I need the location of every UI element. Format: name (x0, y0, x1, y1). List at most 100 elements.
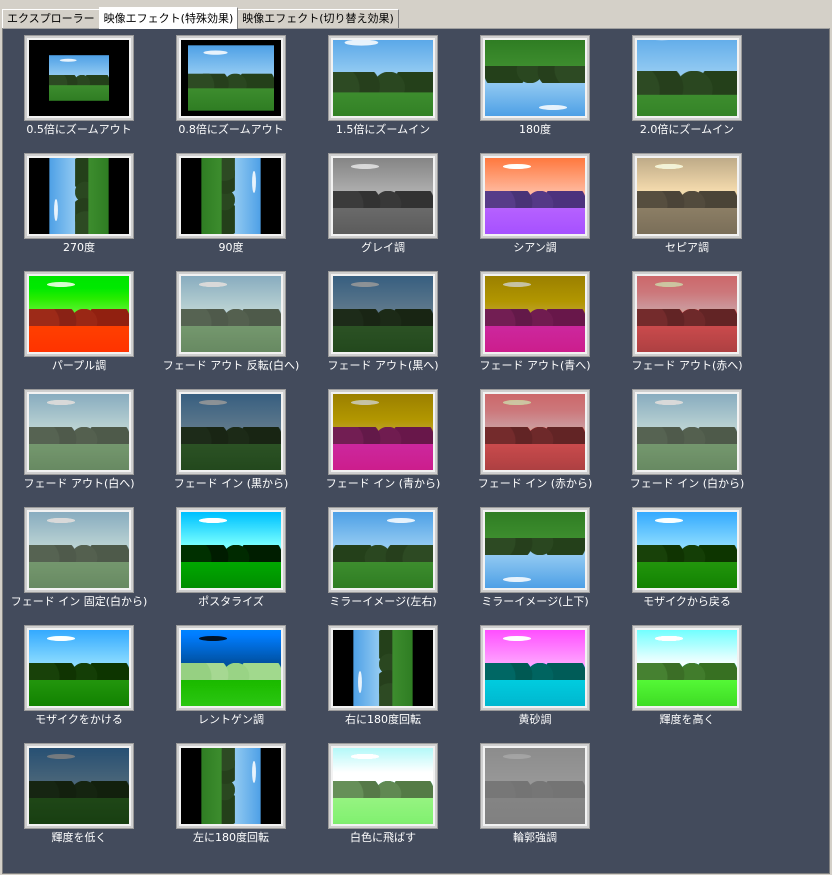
effect-thumbnail[interactable] (480, 153, 590, 239)
effect-tile[interactable]: パープル調 (3, 265, 155, 383)
effect-tile[interactable]: モザイクをかける (3, 619, 155, 737)
effect-thumbnail[interactable] (632, 153, 742, 239)
effect-thumbnail[interactable] (480, 743, 590, 829)
effect-tile[interactable]: 輝度を低く (3, 737, 155, 855)
tab-explorer[interactable]: エクスプローラー (2, 9, 100, 28)
effect-tile[interactable]: 1.5倍にズームイン (307, 29, 459, 147)
effect-tile[interactable]: モザイクから戻る (611, 501, 763, 619)
effect-tile[interactable]: フェード アウト(赤へ) (611, 265, 763, 383)
effect-preview-image (181, 40, 281, 116)
effect-thumbnail[interactable] (176, 625, 286, 711)
effect-preview-image (637, 630, 737, 706)
effect-thumbnail[interactable] (328, 507, 438, 593)
effect-thumbnail[interactable] (328, 153, 438, 239)
effect-thumbnail[interactable] (24, 271, 134, 357)
effect-preview-image (637, 512, 737, 588)
effect-thumbnail[interactable] (480, 507, 590, 593)
effect-preview-image (29, 40, 129, 116)
tab-bar: エクスプローラー 映像エフェクト(特殊効果) 映像エフェクト(切り替え効果) (2, 6, 399, 29)
effect-tile[interactable]: フェード アウト(白へ) (3, 383, 155, 501)
effect-tile[interactable]: シアン調 (459, 147, 611, 265)
effect-tile[interactable]: 2.0倍にズームイン (611, 29, 763, 147)
effect-tile[interactable]: ミラーイメージ(上下) (459, 501, 611, 619)
effect-thumbnail[interactable] (176, 507, 286, 593)
effect-thumbnail[interactable] (480, 35, 590, 121)
effect-tile[interactable]: フェード アウト(青へ) (459, 265, 611, 383)
effect-thumbnail[interactable] (632, 625, 742, 711)
effect-tile[interactable]: 90度 (155, 147, 307, 265)
effect-tile[interactable]: フェード アウト 反転(白へ) (155, 265, 307, 383)
effect-tile[interactable]: 輝度を高く (611, 619, 763, 737)
effect-tile[interactable]: フェード イン 固定(白から) (3, 501, 155, 619)
effect-preview-image (637, 276, 737, 352)
effect-label: 輪郭強調 (513, 831, 557, 844)
effect-tile[interactable]: フェード イン (赤から) (459, 383, 611, 501)
effect-thumbnail[interactable] (176, 743, 286, 829)
effect-thumbnail[interactable] (24, 625, 134, 711)
effect-thumbnail[interactable] (24, 35, 134, 121)
effect-tile[interactable]: 輪郭強調 (459, 737, 611, 855)
effect-preview-image (333, 394, 433, 470)
effect-tile[interactable]: 左に180度回転 (155, 737, 307, 855)
effect-preview-image (333, 748, 433, 824)
effect-tile[interactable]: 右に180度回転 (307, 619, 459, 737)
effect-thumbnail[interactable] (632, 271, 742, 357)
effect-label: 180度 (519, 123, 551, 136)
effect-label: ミラーイメージ(上下) (481, 595, 589, 608)
effect-label: フェード アウト 反転(白へ) (162, 359, 300, 372)
effect-tile[interactable]: グレイ調 (307, 147, 459, 265)
effect-tile[interactable]: セピア調 (611, 147, 763, 265)
effect-thumbnail[interactable] (632, 507, 742, 593)
tab-video-effects-special[interactable]: 映像エフェクト(特殊効果) (98, 7, 239, 29)
effect-thumbnail[interactable] (328, 625, 438, 711)
effect-thumbnail[interactable] (632, 389, 742, 475)
effect-tile[interactable]: フェード アウト(黒へ) (307, 265, 459, 383)
effect-tile[interactable]: 180度 (459, 29, 611, 147)
effect-tile[interactable]: フェード イン (青から) (307, 383, 459, 501)
effect-tile[interactable]: フェード イン (黒から) (155, 383, 307, 501)
effect-preview-image (181, 512, 281, 588)
effect-thumbnail[interactable] (328, 389, 438, 475)
effect-label: 右に180度回転 (345, 713, 421, 726)
effect-preview-image (485, 748, 585, 824)
effect-thumbnail[interactable] (480, 389, 590, 475)
effect-preview-image (333, 512, 433, 588)
effect-label: ミラーイメージ(左右) (329, 595, 437, 608)
effect-thumbnail[interactable] (176, 271, 286, 357)
effect-thumbnail[interactable] (24, 743, 134, 829)
effect-label: モザイクから戻る (643, 595, 731, 608)
effect-tile[interactable]: ミラーイメージ(左右) (307, 501, 459, 619)
effect-preview-image (485, 158, 585, 234)
effect-label: パープル調 (51, 359, 107, 372)
effect-label: フェード イン (赤から) (477, 477, 593, 490)
effect-thumbnail[interactable] (176, 389, 286, 475)
effect-preview-image (29, 276, 129, 352)
effect-tile[interactable]: 黄砂調 (459, 619, 611, 737)
effect-preview-image (29, 512, 129, 588)
effect-tile[interactable]: 白色に飛ばす (307, 737, 459, 855)
effect-thumbnail[interactable] (176, 153, 286, 239)
effect-thumbnail[interactable] (328, 271, 438, 357)
effect-tile[interactable]: ポスタライズ (155, 501, 307, 619)
effect-thumbnail[interactable] (328, 743, 438, 829)
effect-thumbnail[interactable] (176, 35, 286, 121)
effect-thumbnail[interactable] (480, 625, 590, 711)
effect-tile[interactable]: 0.8倍にズームアウト (155, 29, 307, 147)
effect-thumbnail[interactable] (632, 35, 742, 121)
effect-label: グレイ調 (361, 241, 405, 254)
effect-thumbnail[interactable] (328, 35, 438, 121)
effect-tile[interactable]: フェード イン (白から) (611, 383, 763, 501)
effect-label: ポスタライズ (198, 595, 264, 608)
tab-video-effects-transition[interactable]: 映像エフェクト(切り替え効果) (237, 9, 399, 28)
effect-thumbnail[interactable] (480, 271, 590, 357)
effect-label: フェード アウト(青へ) (479, 359, 591, 372)
effect-thumbnail[interactable] (24, 389, 134, 475)
effect-label: 左に180度回転 (193, 831, 269, 844)
effect-thumbnail[interactable] (24, 153, 134, 239)
effect-preview-image (181, 158, 281, 234)
effect-tile[interactable]: 0.5倍にズームアウト (3, 29, 155, 147)
effect-tile[interactable]: レントゲン調 (155, 619, 307, 737)
effects-grid: 0.5倍にズームアウト 0.8倍にズームアウト 1.5倍にズームイン 180度 … (3, 29, 829, 873)
effect-tile[interactable]: 270度 (3, 147, 155, 265)
effect-thumbnail[interactable] (24, 507, 134, 593)
